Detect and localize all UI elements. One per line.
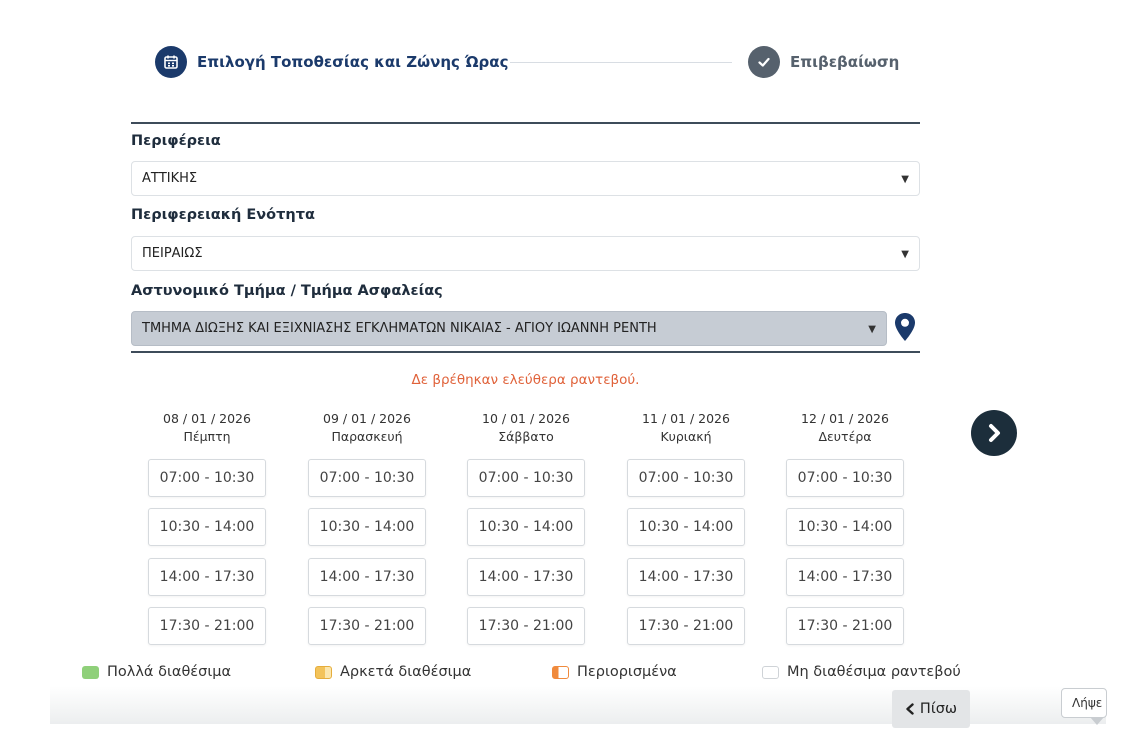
legend-label: Μη διαθέσιμα ραντεβού xyxy=(787,664,961,680)
calendar-icon xyxy=(155,46,187,78)
regional-unit-label: Περιφερειακή Ενότητα xyxy=(131,207,315,223)
form-divider-bottom xyxy=(131,351,920,353)
day-date: 11 / 01 / 2026 xyxy=(642,411,730,426)
form-divider xyxy=(131,122,920,124)
time-slot[interactable]: 07:00 - 10:30 xyxy=(148,459,266,497)
back-button[interactable]: Πίσω xyxy=(892,690,970,728)
time-slot[interactable]: 10:30 - 14:00 xyxy=(148,508,266,546)
caret-down-icon: ▼ xyxy=(868,324,876,335)
time-slot[interactable]: 17:30 - 21:00 xyxy=(467,607,585,645)
legend-limited: Περιορισμένα xyxy=(552,662,677,682)
day-header: 10 / 01 / 2026 Σάββατο xyxy=(467,410,585,446)
regional-unit-select-value: ΠΕΙΡΑΙΩΣ xyxy=(142,246,203,261)
time-slot[interactable]: 10:30 - 14:00 xyxy=(627,508,745,546)
legend-swatch-yellow xyxy=(315,665,332,679)
legend-swatch-white xyxy=(762,665,779,679)
day-weekday: Σάββατο xyxy=(498,429,554,444)
time-slot[interactable]: 07:00 - 10:30 xyxy=(786,459,904,497)
time-slot[interactable]: 14:00 - 17:30 xyxy=(627,558,745,596)
legend-label: Αρκετά διαθέσιμα xyxy=(340,664,472,680)
time-slot[interactable]: 17:30 - 21:00 xyxy=(627,607,745,645)
day-weekday: Κυριακή xyxy=(660,429,712,444)
step-confirmation: Επιβεβαίωση xyxy=(748,44,899,80)
time-slot[interactable]: 10:30 - 14:00 xyxy=(467,508,585,546)
police-station-select[interactable]: ΤΜΗΜΑ ΔΙΩΞΗΣ ΚΑΙ ΕΞΙΧΝΙΑΣΗΣ ΕΓΚΛΗΜΑΤΩΝ Ν… xyxy=(131,311,887,346)
time-slot[interactable]: 17:30 - 21:00 xyxy=(148,607,266,645)
day-date: 08 / 01 / 2026 xyxy=(163,411,251,426)
day-weekday: Πέμπτη xyxy=(183,429,231,444)
day-date: 09 / 01 / 2026 xyxy=(323,411,411,426)
caret-down-icon: ▼ xyxy=(901,174,909,185)
time-slot[interactable]: 07:00 - 10:30 xyxy=(467,459,585,497)
day-header: 08 / 01 / 2026 Πέμπτη xyxy=(148,410,266,446)
time-slot[interactable]: 17:30 - 21:00 xyxy=(786,607,904,645)
day-header: 11 / 01 / 2026 Κυριακή xyxy=(627,410,745,446)
chevron-right-icon xyxy=(983,422,1005,444)
caret-down-icon: ▼ xyxy=(901,249,909,260)
legend-many-available: Πολλά διαθέσιμα xyxy=(82,662,231,682)
time-slot[interactable]: 14:00 - 17:30 xyxy=(786,558,904,596)
day-header: 12 / 01 / 2026 Δευτέρα xyxy=(786,410,904,446)
time-slot[interactable]: 14:00 - 17:30 xyxy=(148,558,266,596)
legend-swatch-orange xyxy=(552,665,569,679)
day-weekday: Παρασκευή xyxy=(331,429,403,444)
tooltip-arrow xyxy=(1090,717,1104,725)
region-select[interactable]: ΑΤΤΙΚΗΣ ▼ xyxy=(131,161,920,196)
time-slot[interactable]: 17:30 - 21:00 xyxy=(308,607,426,645)
tooltip-text: Λήψε xyxy=(1072,696,1103,710)
regional-unit-select[interactable]: ΠΕΙΡΑΙΩΣ ▼ xyxy=(131,236,920,271)
back-button-label: Πίσω xyxy=(919,701,958,717)
check-icon xyxy=(748,46,780,78)
stepper: Επιλογή Τοποθεσίας και Ζώνης Ώρας Επιβεβ… xyxy=(155,44,915,80)
step-connector xyxy=(510,62,732,63)
download-tooltip[interactable]: Λήψε xyxy=(1061,688,1107,718)
legend-swatch-green xyxy=(82,665,99,679)
legend-unavailable: Μη διαθέσιμα ραντεβού xyxy=(762,662,961,682)
time-slot[interactable]: 07:00 - 10:30 xyxy=(627,459,745,497)
region-select-value: ΑΤΤΙΚΗΣ xyxy=(142,171,198,186)
day-weekday: Δευτέρα xyxy=(818,429,872,444)
time-slot[interactable]: 14:00 - 17:30 xyxy=(308,558,426,596)
chevron-left-icon xyxy=(905,703,915,715)
day-date: 12 / 01 / 2026 xyxy=(801,411,889,426)
time-slot[interactable]: 10:30 - 14:00 xyxy=(308,508,426,546)
region-label: Περιφέρεια xyxy=(131,133,221,149)
day-date: 10 / 01 / 2026 xyxy=(482,411,570,426)
no-appointments-message: Δε βρέθηκαν ελεύθερα ραντεβού. xyxy=(411,372,640,388)
day-header: 09 / 01 / 2026 Παρασκευή xyxy=(308,410,426,446)
legend-label: Περιορισμένα xyxy=(577,664,677,680)
next-days-button[interactable] xyxy=(971,410,1017,456)
time-slot[interactable]: 10:30 - 14:00 xyxy=(786,508,904,546)
step-location: Επιλογή Τοποθεσίας και Ζώνης Ώρας xyxy=(155,44,508,80)
police-station-label: Αστυνομικό Τμήμα / Τμήμα Ασφαλείας xyxy=(131,283,443,299)
time-slot[interactable]: 07:00 - 10:30 xyxy=(308,459,426,497)
time-slot[interactable]: 14:00 - 17:30 xyxy=(467,558,585,596)
location-form: Περιφέρεια ΑΤΤΙΚΗΣ ▼ Περιφερειακή Ενότητ… xyxy=(131,122,920,353)
map-pin-icon[interactable] xyxy=(894,312,916,346)
step-confirmation-label: Επιβεβαίωση xyxy=(790,53,900,71)
police-station-select-value: ΤΜΗΜΑ ΔΙΩΞΗΣ ΚΑΙ ΕΞΙΧΝΙΑΣΗΣ ΕΓΚΛΗΜΑΤΩΝ Ν… xyxy=(142,321,657,336)
legend-quite-available: Αρκετά διαθέσιμα xyxy=(315,662,471,682)
legend-label: Πολλά διαθέσιμα xyxy=(107,664,232,680)
step-location-label: Επιλογή Τοποθεσίας και Ζώνης Ώρας xyxy=(197,53,509,71)
